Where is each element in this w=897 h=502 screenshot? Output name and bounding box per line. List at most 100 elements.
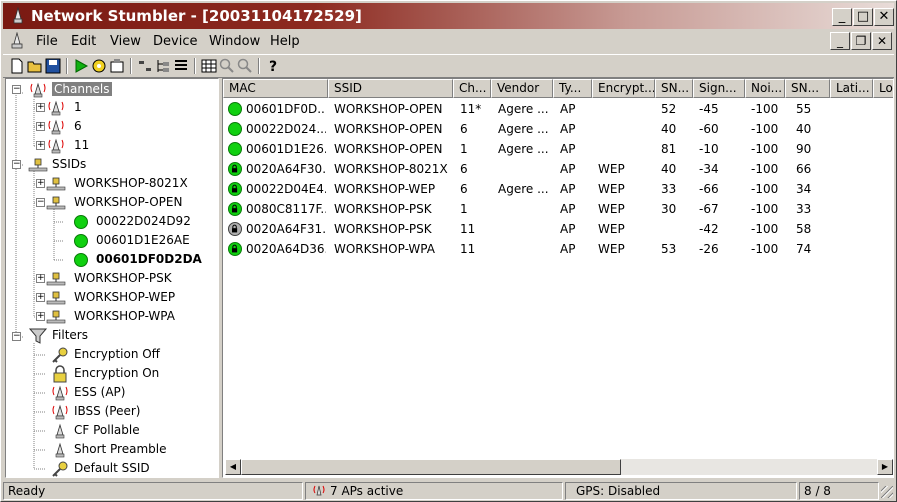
resize-grip[interactable] [881, 486, 893, 498]
column-header-mac[interactable]: MAC [223, 79, 328, 98]
tree-node-channels[interactable]: Channels [52, 80, 112, 99]
filter-encryption-on[interactable]: Encryption On [74, 364, 159, 383]
cell-noise: -100 [751, 142, 779, 156]
cell-ssid: WORKSHOP-PSK [334, 202, 432, 216]
scan-options-icon[interactable] [109, 58, 125, 74]
grid-icon[interactable] [201, 58, 217, 74]
channel-1-expand-toggle[interactable]: + [36, 103, 45, 112]
ap-locked-status-icon [228, 242, 242, 256]
ssids-collapse-toggle[interactable]: − [12, 160, 21, 169]
menu-help[interactable]: Help [270, 34, 300, 49]
ap-row[interactable]: 00022D04E4... WORKSHOP-WEP 6 Agere ... AP WEP… [223, 179, 893, 199]
child-restore-button[interactable]: ❐ [851, 32, 871, 50]
tree-node-ssid-psk[interactable]: WORKSHOP-PSK [74, 269, 172, 288]
close-button[interactable]: ✕ [874, 8, 894, 26]
ap-row[interactable]: 0020A64F31... WORKSHOP-PSK 11 AP WEP -42 -100 5… [223, 219, 893, 239]
help-icon[interactable]: ? [265, 58, 281, 74]
ap-row[interactable]: 0080C8117F... WORKSHOP-PSK 1 AP WEP 30 -67 -100… [223, 199, 893, 219]
menu-device[interactable]: Device [153, 34, 197, 49]
ap-row[interactable]: 00601D1E26... WORKSHOP-OPEN 1 Agere ... AP 81… [223, 139, 893, 159]
document-icon[interactable] [9, 32, 25, 50]
tree-node-ap[interactable]: 00601D1E26AE [96, 231, 190, 250]
tree-node-ap[interactable]: 00022D024D92 [96, 212, 191, 231]
ap-row[interactable]: 00022D024... WORKSHOP-OPEN 6 Agere ... AP 40 -… [223, 119, 893, 139]
filter-short-preamble[interactable]: Short Preamble [74, 440, 166, 459]
open-icon[interactable] [27, 58, 43, 74]
toolbar-separator [130, 58, 132, 74]
ap-row[interactable]: 0020A64D36... WORKSHOP-WPA 11 AP WEP 53 -26 -10… [223, 239, 893, 259]
column-header-type[interactable]: Ty... [553, 79, 592, 98]
lock-icon [53, 365, 67, 383]
cell-ssid: WORKSHOP-OPEN [334, 122, 443, 136]
tree-node-ssid-wep[interactable]: WORKSHOP-WEP [74, 288, 175, 307]
column-header-ssid[interactable]: SSID [328, 79, 453, 98]
list-view-icon[interactable] [173, 58, 189, 74]
ssid-wep-expand-toggle[interactable]: + [36, 293, 45, 302]
menu-file[interactable]: File [36, 34, 58, 49]
tree-node-channel-6[interactable]: 6 [74, 117, 82, 136]
channels-label: Channels [52, 82, 112, 96]
filter-ess[interactable]: ESS (AP) [74, 383, 125, 402]
channels-collapse-toggle[interactable]: − [12, 85, 21, 94]
cell-mac: 0020A64D36... [246, 242, 326, 256]
title-bar[interactable]: Network Stumbler - [20031104172529] _ □ … [3, 3, 894, 29]
cell-snr-max: 34 [796, 182, 812, 196]
tree-node-ssid-wpa[interactable]: WORKSHOP-WPA [74, 307, 175, 326]
auto-config-icon[interactable] [91, 58, 107, 74]
column-header-noise[interactable]: Noi... [745, 79, 785, 98]
channel-6-expand-toggle[interactable]: + [36, 122, 45, 131]
channel-11-expand-toggle[interactable]: + [36, 141, 45, 150]
toolbar: ? [3, 54, 894, 78]
scroll-thumb[interactable] [241, 459, 621, 475]
column-header-snr[interactable]: SN... [655, 79, 693, 98]
ap-row[interactable]: 0020A64F30... WORKSHOP-8021X 6 AP WEP 40 -34 -1… [223, 159, 893, 179]
scroll-right-button[interactable]: ▶ [877, 459, 893, 475]
scroll-left-button[interactable]: ◀ [225, 459, 241, 475]
column-header-longitude[interactable]: Lo [873, 79, 893, 98]
tree-node-ssid-open[interactable]: WORKSHOP-OPEN [74, 193, 182, 212]
tree-node-ap-selected[interactable]: 00601DF0D2DA [96, 250, 202, 269]
zoom-in-icon[interactable] [219, 58, 235, 74]
save-icon[interactable] [45, 58, 61, 74]
cell-mac: 00022D024... [246, 122, 326, 136]
play-icon[interactable] [73, 58, 89, 74]
cell-snr-max: 90 [796, 142, 812, 156]
network-icon [46, 291, 66, 305]
ssid-8021x-expand-toggle[interactable]: + [36, 179, 45, 188]
filters-collapse-toggle[interactable]: − [12, 332, 21, 341]
column-header-snr-max[interactable]: SN... [785, 79, 830, 98]
sort-icon[interactable] [137, 58, 153, 74]
filter-ibss[interactable]: IBSS (Peer) [74, 402, 140, 421]
menu-window[interactable]: Window [209, 34, 260, 49]
tree-node-ssid-8021x[interactable]: WORKSHOP-8021X [74, 174, 188, 193]
ap-row[interactable]: 00601DF0D... WORKSHOP-OPEN 11* Agere ... AP 5… [223, 99, 893, 119]
child-minimize-button[interactable]: _ [830, 32, 850, 50]
menu-edit[interactable]: Edit [71, 34, 96, 49]
ssid-open-collapse-toggle[interactable]: − [36, 198, 45, 207]
horizontal-scrollbar[interactable]: ◀ ▶ [225, 459, 893, 475]
ssid-wpa-expand-toggle[interactable]: + [36, 312, 45, 321]
tree-node-channel-11[interactable]: 11 [74, 136, 89, 155]
menu-view[interactable]: View [110, 34, 141, 49]
cell-type: AP [560, 202, 576, 216]
new-icon[interactable] [9, 58, 25, 74]
tree-view-icon[interactable] [155, 58, 171, 74]
minimize-button[interactable]: _ [832, 8, 852, 26]
cell-signal: -34 [699, 162, 719, 176]
tree-node-channel-1[interactable]: 1 [74, 98, 82, 117]
zoom-out-icon[interactable] [237, 58, 253, 74]
column-header-encryption[interactable]: Encrypt... [592, 79, 655, 98]
tree-node-ssids[interactable]: SSIDs [52, 155, 86, 174]
filter-cf-pollable[interactable]: CF Pollable [74, 421, 140, 440]
column-header-channel[interactable]: Ch... [453, 79, 491, 98]
filter-encryption-off[interactable]: Encryption Off [74, 345, 160, 364]
cell-ssid: WORKSHOP-WEP [334, 182, 436, 196]
tree-node-filters[interactable]: Filters [52, 326, 88, 345]
filter-default-ssid[interactable]: Default SSID [74, 459, 150, 477]
maximize-button[interactable]: □ [853, 8, 873, 26]
column-header-vendor[interactable]: Vendor [491, 79, 553, 98]
child-close-button[interactable]: ✕ [872, 32, 892, 50]
column-header-signal[interactable]: Sign... [693, 79, 745, 98]
ssid-psk-expand-toggle[interactable]: + [36, 274, 45, 283]
column-header-latitude[interactable]: Lati... [830, 79, 873, 98]
